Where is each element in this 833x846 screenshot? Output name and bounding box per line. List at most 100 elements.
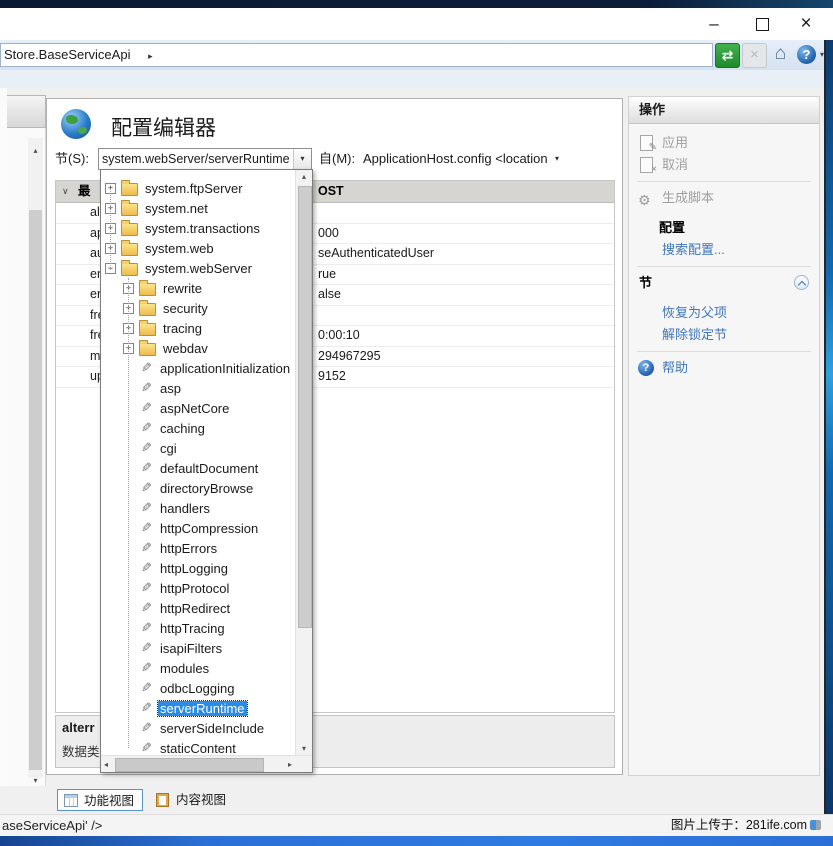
tree-vertical-scrollbar[interactable]: ▴ ▾ <box>295 170 312 755</box>
tree-guide-line <box>128 278 129 748</box>
group-collapse-icon[interactable]: ∨ <box>62 181 69 202</box>
tree-item[interactable]: defaultDocument <box>101 458 295 478</box>
tree-item[interactable]: applicationInitialization <box>101 358 295 378</box>
tree-item[interactable]: + system.ftpServer <box>101 178 295 198</box>
tree-item[interactable]: asp <box>101 378 295 398</box>
tree-item[interactable]: cgi <box>101 438 295 458</box>
tree-item[interactable]: + rewrite <box>101 278 295 298</box>
cancel-button-disabled: × 取消 <box>629 154 819 176</box>
home-button[interactable]: ⌂ <box>769 43 792 66</box>
tree-item[interactable]: httpCompression <box>101 518 295 538</box>
close-button[interactable]: × <box>789 8 823 40</box>
refresh-button[interactable]: ⇄ <box>715 43 740 68</box>
address-bar: Store.BaseServiceApi ▸ ⇄ × ⌂ ? ▾ <box>0 40 824 71</box>
section-label: 节(S): <box>55 148 89 170</box>
from-dropdown-icon[interactable]: ▾ <box>555 154 559 163</box>
tree-horizontal-scrollbar[interactable]: ◂ ▸ <box>101 755 312 772</box>
tree-item[interactable]: caching <box>101 418 295 438</box>
scroll-down-icon[interactable]: ▾ <box>296 744 312 753</box>
tree-node-icon <box>139 560 153 576</box>
tree-node-icon <box>121 183 138 196</box>
minimize-button[interactable]: – <box>697 8 731 40</box>
tree-item-label: tracing <box>161 321 204 336</box>
scroll-down-icon[interactable]: ▾ <box>28 776 43 785</box>
tree-item-label: odbcLogging <box>158 681 236 696</box>
property-value-fragment: 0:00:10 <box>318 326 360 346</box>
tree-item[interactable]: + system.net <box>101 198 295 218</box>
tree-node-icon <box>139 323 156 336</box>
tree-item[interactable]: + security <box>101 298 295 318</box>
tree-item[interactable]: + tracing <box>101 318 295 338</box>
script-gear-icon: ⚙ <box>638 189 651 211</box>
tree-node-icon <box>139 640 153 656</box>
tree-item-label: defaultDocument <box>158 461 260 476</box>
watermark-text: 图片上传于：281ife.com <box>671 815 821 836</box>
tree-item-label: httpErrors <box>158 541 219 556</box>
tree-item[interactable]: serverSideInclude <box>101 718 295 738</box>
tree-item-label: directoryBrowse <box>158 481 255 496</box>
tree-item[interactable]: odbcLogging <box>101 678 295 698</box>
tree-item[interactable]: httpTracing <box>101 618 295 638</box>
unlock-section-link[interactable]: 解除锁定节 <box>629 324 819 346</box>
address-input[interactable]: Store.BaseServiceApi ▸ <box>0 43 713 67</box>
section-combobox[interactable]: system.webServer/serverRuntime ▾ <box>98 148 312 170</box>
tree-item[interactable]: httpLogging <box>101 558 295 578</box>
tree-item[interactable]: serverRuntime <box>101 698 295 718</box>
tree-item-label: system.web <box>143 241 216 256</box>
tree-item[interactable]: handlers <box>101 498 295 518</box>
scroll-left-icon[interactable]: ◂ <box>104 760 108 769</box>
tree-item-label: security <box>161 301 210 316</box>
breadcrumb-arrow-icon[interactable]: ▸ <box>148 51 153 61</box>
tree-item[interactable]: + webdav <box>101 338 295 358</box>
horizontal-scrollbar-thumb[interactable] <box>115 758 264 772</box>
separator <box>637 181 811 182</box>
section-combobox-value: system.webServer/serverRuntime <box>102 149 292 169</box>
property-value-fragment: rue <box>318 265 336 285</box>
collapse-section-button[interactable] <box>794 275 809 290</box>
tree-node-icon <box>139 620 153 636</box>
tree-node-icon <box>139 680 153 696</box>
help-icon: ? <box>638 360 654 376</box>
actions-panel-title: 操作 <box>629 97 819 124</box>
tree-node-icon <box>139 440 153 456</box>
tree-item[interactable]: staticContent <box>101 738 295 755</box>
maximize-button[interactable] <box>745 8 779 40</box>
tree-node-icon <box>139 303 156 316</box>
search-configuration-link[interactable]: 搜索配置... <box>629 239 819 261</box>
tree-node-icon <box>139 283 156 296</box>
tree-node-icon <box>139 600 153 616</box>
tree-node-icon <box>121 243 138 256</box>
tree-item-label: system.webServer <box>143 261 254 276</box>
vertical-scrollbar-thumb[interactable] <box>298 186 312 628</box>
combobox-dropdown-icon[interactable]: ▾ <box>293 149 311 169</box>
tree-item[interactable]: directoryBrowse <box>101 478 295 498</box>
tree-item[interactable]: httpErrors <box>101 538 295 558</box>
help-link[interactable]: ? 帮助 <box>629 357 819 379</box>
cancel-icon: × <box>640 157 653 173</box>
tree-item[interactable]: − system.webServer <box>101 258 295 278</box>
help-button[interactable]: ? <box>795 43 818 66</box>
scroll-right-icon[interactable]: ▸ <box>288 760 292 769</box>
tree-item[interactable]: httpRedirect <box>101 598 295 618</box>
tree-item[interactable]: + system.transactions <box>101 218 295 238</box>
tree-item[interactable]: isapiFilters <box>101 638 295 658</box>
property-value-fragment: 000 <box>318 224 339 244</box>
address-path: Store.BaseServiceApi <box>4 47 130 62</box>
tab-content-view[interactable]: 内容视图 <box>150 789 234 811</box>
tree-item-label: webdav <box>161 341 210 356</box>
tab-features-view[interactable]: 功能视图 <box>57 789 143 811</box>
connections-scrollbar-thumb[interactable] <box>29 210 42 770</box>
scroll-up-icon[interactable]: ▴ <box>296 172 312 181</box>
tree-item-label: aspNetCore <box>158 401 231 416</box>
tree-item-label: httpRedirect <box>158 601 232 616</box>
tree-item[interactable]: modules <box>101 658 295 678</box>
tree-item[interactable]: + system.web <box>101 238 295 258</box>
tree-item[interactable]: aspNetCore <box>101 398 295 418</box>
revert-to-parent-link[interactable]: 恢复为父项 <box>629 302 819 324</box>
chevron-up-icon <box>798 280 806 288</box>
scroll-up-icon[interactable]: ▴ <box>28 146 43 155</box>
section-tree: + system.ftpServer + system.net + system… <box>101 170 295 755</box>
tree-item[interactable]: httpProtocol <box>101 578 295 598</box>
tree-item-label: httpProtocol <box>158 581 231 596</box>
from-combobox[interactable]: ApplicationHost.config <location <box>363 148 548 170</box>
